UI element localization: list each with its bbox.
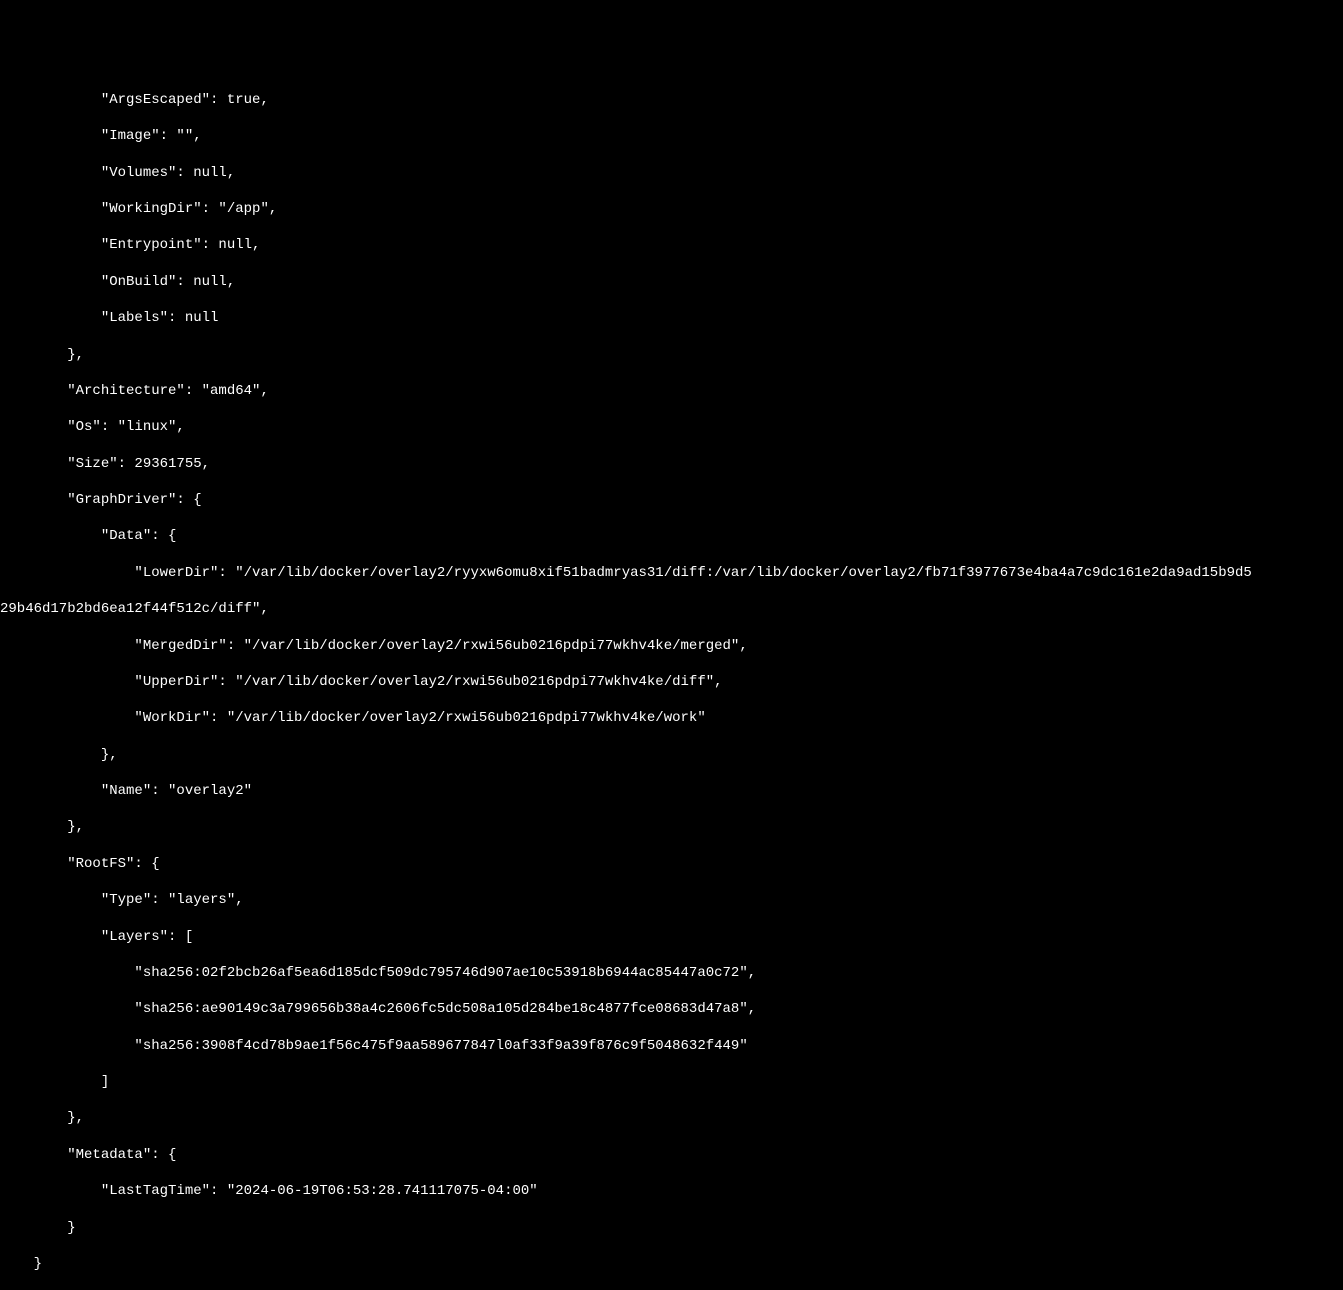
output-line: "Os": "linux", bbox=[0, 418, 1343, 436]
output-line: "LastTagTime": "2024-06-19T06:53:28.7411… bbox=[0, 1182, 1343, 1200]
output-line: }, bbox=[0, 818, 1343, 836]
output-line: "Volumes": null, bbox=[0, 164, 1343, 182]
output-line: "Layers": [ bbox=[0, 928, 1343, 946]
output-line: "sha256:02f2bcb26af5ea6d185dcf509dc79574… bbox=[0, 964, 1343, 982]
output-line: "OnBuild": null, bbox=[0, 273, 1343, 291]
output-line: "LowerDir": "/var/lib/docker/overlay2/ry… bbox=[0, 564, 1343, 582]
output-line: "WorkDir": "/var/lib/docker/overlay2/rxw… bbox=[0, 709, 1343, 727]
output-line: "Labels": null bbox=[0, 309, 1343, 327]
output-line: "Entrypoint": null, bbox=[0, 236, 1343, 254]
output-line: ] bbox=[0, 1073, 1343, 1091]
output-line: "MergedDir": "/var/lib/docker/overlay2/r… bbox=[0, 637, 1343, 655]
output-line: }, bbox=[0, 346, 1343, 364]
output-line: "Name": "overlay2" bbox=[0, 782, 1343, 800]
output-line: 29b46d17b2bd6ea12f44f512c/diff", bbox=[0, 600, 1343, 618]
output-line: "Image": "", bbox=[0, 127, 1343, 145]
output-line: "Size": 29361755, bbox=[0, 455, 1343, 473]
output-line: }, bbox=[0, 746, 1343, 764]
output-line: "Data": { bbox=[0, 527, 1343, 545]
output-line: "sha256:3908f4cd78b9ae1f56c475f9aa589677… bbox=[0, 1037, 1343, 1055]
output-line: "Type": "layers", bbox=[0, 891, 1343, 909]
output-line: "WorkingDir": "/app", bbox=[0, 200, 1343, 218]
output-line: "sha256:ae90149c3a799656b38a4c2606fc5dc5… bbox=[0, 1000, 1343, 1018]
output-line: "RootFS": { bbox=[0, 855, 1343, 873]
output-line: }, bbox=[0, 1109, 1343, 1127]
output-line: } bbox=[0, 1255, 1343, 1273]
output-line: "GraphDriver": { bbox=[0, 491, 1343, 509]
terminal-window[interactable]: "ArgsEscaped": true, "Image": "", "Volum… bbox=[0, 73, 1343, 1290]
output-line: } bbox=[0, 1219, 1343, 1237]
output-line: "Metadata": { bbox=[0, 1146, 1343, 1164]
output-line: "UpperDir": "/var/lib/docker/overlay2/rx… bbox=[0, 673, 1343, 691]
output-line: "ArgsEscaped": true, bbox=[0, 91, 1343, 109]
output-line: "Architecture": "amd64", bbox=[0, 382, 1343, 400]
